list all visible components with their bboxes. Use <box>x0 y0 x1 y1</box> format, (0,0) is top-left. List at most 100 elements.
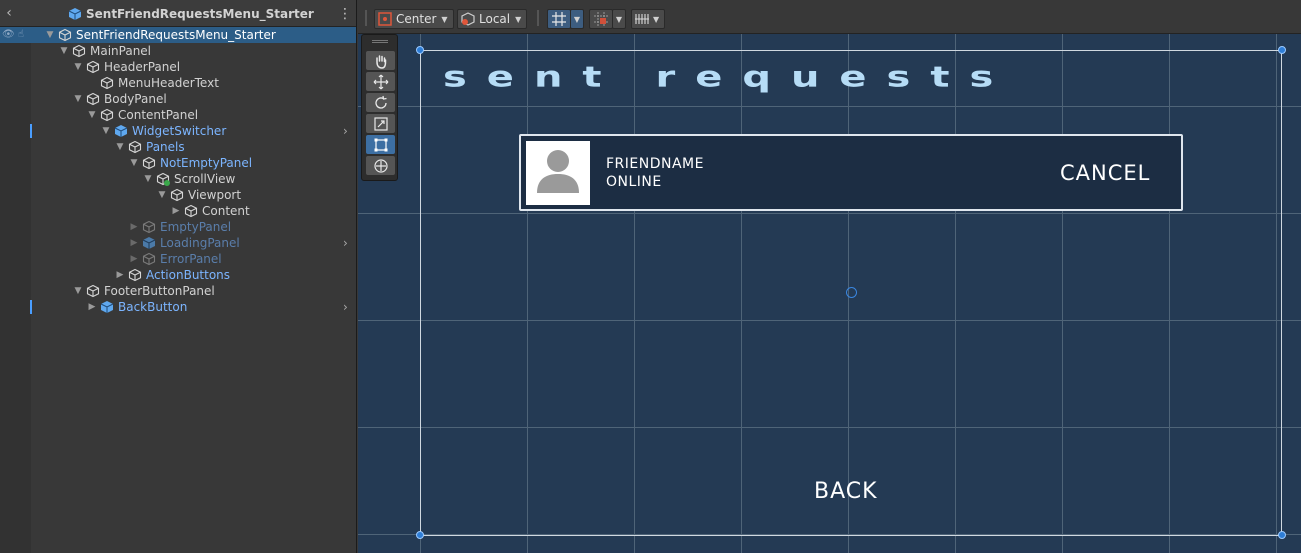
tree-row-viewport[interactable]: ▼ Viewport <box>0 187 356 203</box>
tree-row-loadingpanel[interactable]: ▶ LoadingPanel › <box>0 235 356 251</box>
pivot-rotation-dropdown[interactable]: Local ▼ <box>457 9 527 29</box>
back-arrow-icon[interactable]: ‹ <box>2 5 16 21</box>
snap-toggle[interactable] <box>589 9 613 29</box>
open-prefab-chevron-icon[interactable]: › <box>343 123 353 139</box>
tree-row-label: BackButton <box>118 300 188 314</box>
tree-row-label: Content <box>202 204 250 218</box>
gameobject-icon <box>170 188 184 202</box>
tree-row-scrollview[interactable]: ▼ ScrollView <box>0 171 356 187</box>
grid-visibility-toggle[interactable] <box>547 9 571 29</box>
pivot-mode-dropdown[interactable]: Center ▼ <box>374 9 454 29</box>
palette-grip[interactable] <box>372 40 388 43</box>
open-prefab-chevron-icon[interactable]: › <box>343 299 353 315</box>
tree-row-notemptypanel[interactable]: ▼ NotEmptyPanel <box>0 155 356 171</box>
rect-tool-button[interactable] <box>366 135 395 154</box>
rect-handle-top-right[interactable] <box>1278 46 1286 54</box>
fold-arrow-icon[interactable]: ▼ <box>128 155 140 171</box>
rotate-tool-button[interactable] <box>366 93 395 112</box>
gameobject-added-icon <box>156 172 170 186</box>
hierarchy-header: ‹ SentFriendRequestsMenu_Starter ⋮ <box>0 0 356 27</box>
rect-handle-bottom-left[interactable] <box>416 531 424 539</box>
dropdown-arrow-icon: ▼ <box>515 14 522 24</box>
prefab-cube-icon <box>68 8 82 20</box>
tree-row-label: BodyPanel <box>104 92 167 106</box>
back-button[interactable]: BACK <box>814 478 878 506</box>
rect-handle-top-left[interactable] <box>416 46 424 54</box>
fold-arrow-icon[interactable]: ▼ <box>72 59 84 75</box>
fold-arrow-icon[interactable]: ▼ <box>72 283 84 299</box>
toolbar-grip[interactable] <box>365 10 367 26</box>
tree-row-contentpanel[interactable]: ▼ ContentPanel <box>0 107 356 123</box>
tree-row-root[interactable]: 👁 ☝ ▼ SentFriendRequestsMenu_Starter <box>0 27 356 43</box>
tree-row-mainpanel[interactable]: ▼ MainPanel <box>0 43 356 59</box>
tree-row-label: ActionButtons <box>146 268 231 282</box>
tree-row-emptypanel[interactable]: ▶ EmptyPanel <box>0 219 356 235</box>
grid-icon <box>552 12 566 26</box>
transform-gizmo-icon <box>373 158 388 173</box>
tree-row-label: Panels <box>146 140 185 154</box>
expand-arrow-icon[interactable]: ▶ <box>170 203 182 219</box>
transform-tool-button[interactable] <box>366 156 395 175</box>
tree-row-actionbuttons[interactable]: ▶ ActionButtons <box>0 267 356 283</box>
tree-row-label: MainPanel <box>90 44 152 58</box>
pivot-handle[interactable] <box>846 287 857 298</box>
friend-status-text: ONLINE <box>606 174 662 190</box>
cancel-request-button[interactable]: CANCEL <box>1060 160 1150 186</box>
rect-handle-bottom-right[interactable] <box>1278 531 1286 539</box>
tool-palette <box>361 34 398 181</box>
gameobject-icon <box>184 204 198 218</box>
scale-tool-button[interactable] <box>366 114 395 133</box>
snap-options-dropdown[interactable]: ▼ <box>612 9 626 29</box>
view-tool-button[interactable] <box>366 51 395 70</box>
tree-row-footerbuttonpanel[interactable]: ▼ FooterButtonPanel <box>0 283 356 299</box>
tree-row-errorpanel[interactable]: ▶ ErrorPanel <box>0 251 356 267</box>
fold-arrow-icon[interactable]: ▼ <box>86 107 98 123</box>
more-options-icon[interactable]: ⋮ <box>338 6 352 22</box>
tree-row-menuheadertext[interactable]: MenuHeaderText <box>0 75 356 91</box>
gameobject-icon <box>142 220 156 234</box>
tree-row-label: FooterButtonPanel <box>104 284 215 298</box>
tree-row-headerpanel[interactable]: ▼ HeaderPanel <box>0 59 356 75</box>
tree-row-content[interactable]: ▶ Content <box>0 203 356 219</box>
menu-header-text: sent requests <box>443 60 1014 94</box>
fold-arrow-icon[interactable]: ▼ <box>100 123 112 139</box>
fold-arrow-icon[interactable]: ▼ <box>142 171 154 187</box>
prefab-title-label: SentFriendRequestsMenu_Starter <box>86 7 314 21</box>
gameobject-icon <box>86 60 100 74</box>
prefab-cube-icon <box>142 237 156 249</box>
move-arrows-icon <box>373 74 388 89</box>
fold-arrow-icon[interactable]: ▼ <box>58 43 70 59</box>
rect-transform-icon <box>374 138 387 151</box>
tree-row-label: ErrorPanel <box>160 252 222 266</box>
scene-view[interactable]: sent requests FRIENDNAME ONLINE CANCEL B… <box>358 0 1301 553</box>
expand-arrow-icon[interactable]: ▶ <box>128 251 140 267</box>
fold-arrow-icon[interactable]: ▼ <box>44 27 56 43</box>
tree-row-widgetswitcher[interactable]: ▼ WidgetSwitcher › <box>0 123 356 139</box>
friend-request-entry[interactable]: FRIENDNAME ONLINE CANCEL <box>519 134 1183 211</box>
increment-snap-dropdown[interactable]: ▼ <box>631 9 665 29</box>
fold-arrow-icon[interactable]: ▼ <box>114 139 126 155</box>
move-tool-button[interactable] <box>366 72 395 91</box>
dropdown-arrow-icon: ▼ <box>653 14 660 24</box>
expand-arrow-icon[interactable]: ▶ <box>128 219 140 235</box>
fold-arrow-icon[interactable]: ▼ <box>72 91 84 107</box>
gameobject-icon <box>72 44 86 58</box>
open-prefab-chevron-icon[interactable]: › <box>343 235 353 251</box>
fold-arrow-icon[interactable]: ▼ <box>156 187 168 203</box>
expand-arrow-icon[interactable]: ▶ <box>128 235 140 251</box>
tree-row-backbutton[interactable]: ▶ BackButton › <box>0 299 356 315</box>
expand-arrow-icon[interactable]: ▶ <box>86 299 98 315</box>
scale-icon <box>373 116 388 131</box>
expand-arrow-icon[interactable]: ▶ <box>114 267 126 283</box>
increment-snap-icon <box>635 14 649 24</box>
toolbar-grip[interactable] <box>537 10 539 26</box>
grid-options-dropdown[interactable]: ▼ <box>570 9 584 29</box>
gameobject-icon <box>100 76 114 90</box>
avatar <box>526 141 590 205</box>
prefab-cube-icon <box>100 301 114 313</box>
tree-row-bodypanel[interactable]: ▼ BodyPanel <box>0 91 356 107</box>
tree-row-panels[interactable]: ▼ Panels <box>0 139 356 155</box>
snap-grid-icon <box>594 12 608 26</box>
visibility-eye-icon[interactable]: 👁 ☝ <box>2 27 28 43</box>
tree-row-label: WidgetSwitcher <box>132 124 227 138</box>
